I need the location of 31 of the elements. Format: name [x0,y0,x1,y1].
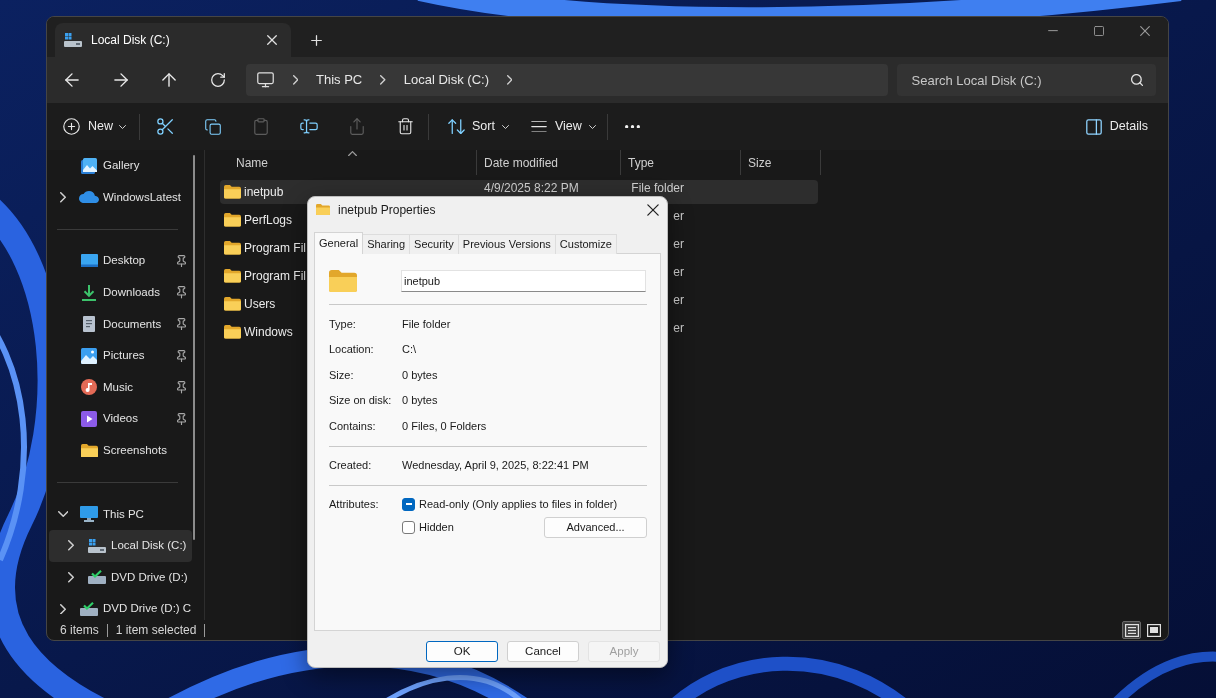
property-label: Size: [329,367,355,383]
file-type: er [673,294,684,307]
item-count: 6 items [60,622,99,639]
property-value: C:\ [402,342,417,357]
file-name: Users [244,296,276,313]
property-value: 0 bytes [402,393,438,408]
property-label: Location: [329,342,375,357]
file-name: inetpub [244,184,284,201]
selection-count: 1 item selected [115,622,197,639]
file-name: Program Fil [244,240,306,257]
property-value: 0 bytes [402,367,438,383]
property-label: Contains: [329,418,377,434]
file-type: er [673,322,684,335]
property-label: Type: [329,316,357,332]
property-label: Attributes: [329,496,379,512]
property-value: Wednesday, April 9, 2025, 8:22:41 PM [402,458,589,473]
file-name: Program Fil [244,268,306,285]
file-name: Windows [244,324,293,341]
property-label: Size on disk: [329,393,393,408]
checkbox-label: Read-only (Only applies to files in folder) [419,496,618,512]
file-type: er [673,266,684,279]
property-value: File folder [402,316,451,332]
date-modified: 4/9/2025 8:22 PM [484,182,579,195]
checkbox-label: Hidden [419,520,454,536]
file-type: er [673,238,684,251]
dialog-title: inetpub Properties [338,201,436,219]
property-label: Created: [329,458,373,473]
file-name: PerfLogs [244,212,293,229]
file-type: File folder [631,182,684,195]
property-value: 0 Files, 0 Folders [402,418,487,434]
file-type: er [673,210,684,223]
